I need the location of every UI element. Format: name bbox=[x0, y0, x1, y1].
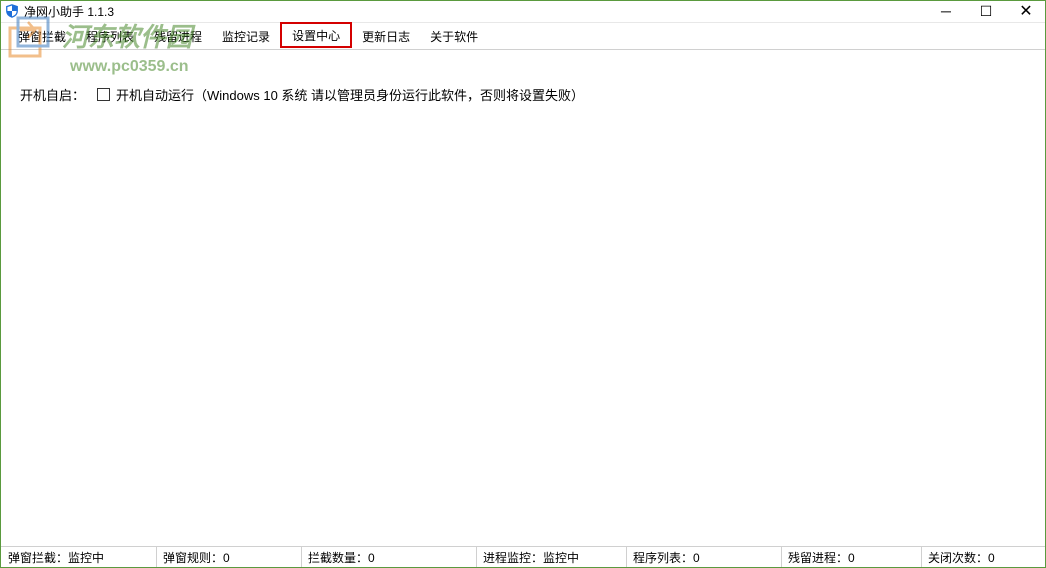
content-area: 开机自启： 开机自动运行（Windows 10 系统 请以管理员身份运行此软件，… bbox=[0, 50, 1046, 535]
window-title: 净网小助手 1.1.3 bbox=[24, 3, 926, 20]
status-popup-block: 弹窗拦截：监控中 bbox=[2, 547, 157, 568]
tab-update-log[interactable]: 更新日志 bbox=[352, 23, 420, 49]
tab-bar: 弹窗拦截 程序列表 残留进程 监控记录 设置中心 更新日志 关于软件 bbox=[0, 23, 1046, 50]
status-popup-rules: 弹窗规则：0 bbox=[157, 547, 302, 568]
status-process-monitor: 进程监控：监控中 bbox=[477, 547, 627, 568]
status-close-count: 关闭次数：0 bbox=[922, 547, 1044, 568]
tab-program-list[interactable]: 程序列表 bbox=[76, 23, 144, 49]
close-button[interactable]: ✕ bbox=[1006, 0, 1046, 22]
maximize-button[interactable]: ☐ bbox=[966, 0, 1006, 22]
statusbar: 弹窗拦截：监控中 弹窗规则：0 拦截数量：0 进程监控：监控中 程序列表：0 残… bbox=[0, 546, 1046, 568]
autostart-checkbox[interactable] bbox=[97, 88, 110, 101]
tab-popup-block[interactable]: 弹窗拦截 bbox=[8, 23, 76, 49]
tab-settings-center[interactable]: 设置中心 bbox=[280, 22, 352, 48]
setting-autostart-row: 开机自启： 开机自动运行（Windows 10 系统 请以管理员身份运行此软件，… bbox=[20, 85, 1026, 104]
window-controls: ─ ☐ ✕ bbox=[926, 0, 1046, 22]
status-program-list: 程序列表：0 bbox=[627, 547, 782, 568]
status-residual-process: 残留进程：0 bbox=[782, 547, 922, 568]
tab-monitor-log[interactable]: 监控记录 bbox=[212, 23, 280, 49]
autostart-checkbox-wrap: 开机自动运行（Windows 10 系统 请以管理员身份运行此软件，否则将设置失… bbox=[97, 85, 584, 104]
tab-residual-process[interactable]: 残留进程 bbox=[144, 23, 212, 49]
app-icon bbox=[4, 3, 20, 19]
autostart-checkbox-label: 开机自动运行（Windows 10 系统 请以管理员身份运行此软件，否则将设置失… bbox=[116, 85, 584, 104]
tab-about[interactable]: 关于软件 bbox=[420, 23, 488, 49]
autostart-label: 开机自启： bbox=[20, 85, 85, 104]
minimize-button[interactable]: ─ bbox=[926, 0, 966, 22]
status-block-count: 拦截数量：0 bbox=[302, 547, 477, 568]
titlebar: 净网小助手 1.1.3 ─ ☐ ✕ bbox=[0, 0, 1046, 23]
